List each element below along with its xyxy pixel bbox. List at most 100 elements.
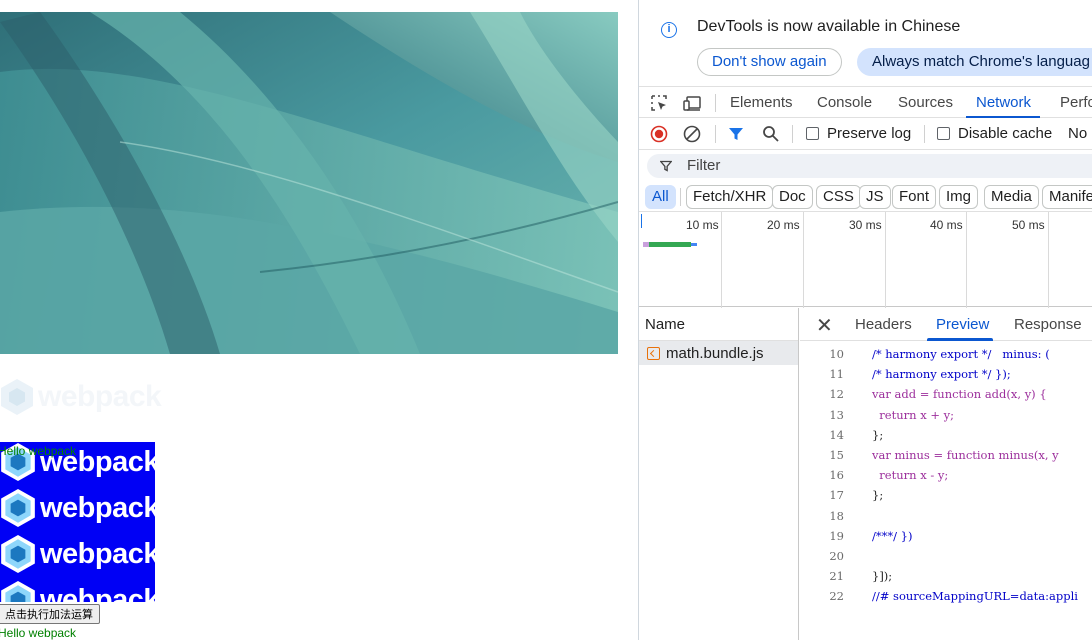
code-line: 10 /* harmony export */ minus: ( (800, 344, 1092, 364)
divider (715, 94, 716, 112)
tab-sources[interactable]: Sources (898, 94, 953, 111)
line-number: 18 (829, 508, 844, 523)
tab-response[interactable]: Response (1014, 316, 1082, 333)
webpack-wordmark: webpack (40, 583, 155, 603)
webpack-cube-icon (1, 489, 35, 527)
timeline-gridline (721, 212, 722, 308)
timeline-bar-download (649, 242, 691, 247)
request-row[interactable]: math.bundle.js (639, 341, 798, 365)
line-number: 16 (829, 468, 844, 483)
code-line: 13 return x + y; (800, 405, 1092, 425)
run-addition-button[interactable]: 点击执行加法运算 (0, 604, 100, 624)
code-preview[interactable]: 10 /* harmony export */ minus: ( 11 /* har… (800, 344, 1092, 606)
line-number: 21 (829, 569, 844, 584)
line-number: 11 (829, 367, 844, 382)
line-number: 19 (829, 528, 844, 543)
timeline-label: 50 ms (1012, 218, 1045, 232)
webpack-logo-faded: webpack (0, 378, 162, 416)
code-text: var add = function add(x, y) { (872, 387, 1047, 402)
type-filter-fetch-xhr[interactable]: Fetch/XHR (686, 185, 774, 209)
tab-console[interactable]: Console (817, 94, 872, 111)
code-line: 15 var minus = function minus(x, y (800, 445, 1092, 465)
filter-bar: Filter (639, 150, 1092, 182)
code-line: 22 //# sourceMappingURL=data:appli (800, 586, 1092, 606)
timeline-gridline (885, 212, 886, 308)
type-filter-manifest[interactable]: Manife (1042, 185, 1092, 209)
resource-type-filters: All Fetch/XHR Doc CSS JS Font Img Media … (639, 182, 1092, 212)
code-text: }; (872, 427, 884, 442)
type-filter-css[interactable]: CSS (816, 185, 861, 209)
webpack-cube-icon (1, 535, 35, 573)
network-toolbar: Preserve log Disable cache No (639, 118, 1092, 150)
type-filter-img[interactable]: Img (939, 185, 979, 209)
tab-performance[interactable]: Perfo (1060, 94, 1092, 111)
line-number: 20 (829, 548, 844, 563)
webpack-cube-icon (1, 379, 33, 415)
request-name: math.bundle.js (666, 344, 764, 362)
network-timeline[interactable]: 10 ms 20 ms 30 ms 40 ms 50 ms (639, 211, 1092, 308)
record-stop-icon[interactable] (650, 125, 668, 143)
preserve-log-checkbox[interactable] (806, 127, 819, 140)
throttling-select[interactable]: No (1068, 125, 1087, 142)
timeline-gridline (803, 212, 804, 308)
script-file-icon (647, 346, 660, 360)
webpack-wordmark: webpack (40, 537, 155, 570)
detail-tabs: ✕ Headers Preview Response (800, 308, 1092, 341)
timeline-label: 10 ms (686, 218, 719, 232)
banner-message: DevTools is now available in Chinese (697, 18, 961, 35)
request-detail-pane: ✕ Headers Preview Response 10 /* harmony … (800, 308, 1092, 640)
filter-funnel-icon[interactable] (728, 126, 744, 142)
divider (680, 188, 681, 206)
request-name-column: Name math.bundle.js (639, 308, 799, 640)
filter-icon (660, 160, 672, 172)
webpack-tile: webpack (0, 534, 155, 574)
preserve-log-label: Preserve log (827, 125, 912, 142)
code-line: 17}; (800, 485, 1092, 505)
search-icon[interactable] (762, 125, 780, 143)
code-text: /***/ }) (872, 528, 913, 543)
code-text: var minus = function minus(x, y (872, 448, 1059, 463)
line-number: 12 (829, 387, 844, 402)
name-column-header[interactable]: Name (639, 308, 798, 341)
code-line: 21}]); (800, 566, 1092, 586)
close-icon[interactable]: ✕ (816, 313, 833, 338)
type-filter-js[interactable]: JS (859, 185, 891, 209)
hello-webpack-text: Hello webpack (0, 626, 77, 640)
divider (924, 125, 925, 143)
disable-cache-checkbox[interactable] (937, 127, 950, 140)
code-line: 19 /***/ }) (800, 526, 1092, 546)
inspect-element-icon[interactable] (649, 93, 669, 113)
type-filter-doc[interactable]: Doc (772, 185, 813, 209)
tab-network[interactable]: Network (976, 94, 1031, 111)
webpack-cube-icon (1, 581, 35, 602)
filter-input[interactable]: Filter (647, 154, 1092, 178)
dont-show-again-button[interactable]: Don't show again (697, 48, 842, 76)
line-number: 13 (829, 407, 844, 422)
type-filter-all[interactable]: All (645, 185, 676, 209)
tab-headers[interactable]: Headers (855, 316, 912, 333)
hello-webpack-overlay: Hello webpack (0, 444, 77, 458)
webpack-tiled-background: webpack webpack webpack webpack (0, 442, 155, 602)
code-text: return x + y; (872, 407, 955, 422)
timeline-cursor (641, 214, 642, 228)
type-filter-font[interactable]: Font (892, 185, 937, 209)
clear-icon[interactable] (683, 125, 701, 143)
device-toolbar-icon[interactable] (682, 93, 702, 113)
divider (792, 125, 793, 143)
webpack-wordmark: webpack (38, 380, 162, 413)
agave-leaves-image (0, 12, 618, 354)
code-line: 16 return x - y; (800, 465, 1092, 485)
filter-placeholder: Filter (687, 157, 721, 174)
code-line: 14}; (800, 425, 1092, 445)
line-number: 22 (829, 589, 844, 604)
language-banner: i DevTools is now available in Chinese D… (639, 8, 1092, 84)
timeline-gridline (966, 212, 967, 308)
devtools-panel: i DevTools is now available in Chinese D… (638, 0, 1092, 640)
always-match-language-button[interactable]: Always match Chrome's languag (857, 48, 1092, 76)
tab-preview[interactable]: Preview (936, 316, 989, 333)
type-filter-media[interactable]: Media (984, 185, 1039, 209)
timeline-label: 30 ms (849, 218, 882, 232)
hero-image (0, 12, 618, 354)
code-text: }; (872, 488, 884, 503)
tab-elements[interactable]: Elements (730, 94, 793, 111)
